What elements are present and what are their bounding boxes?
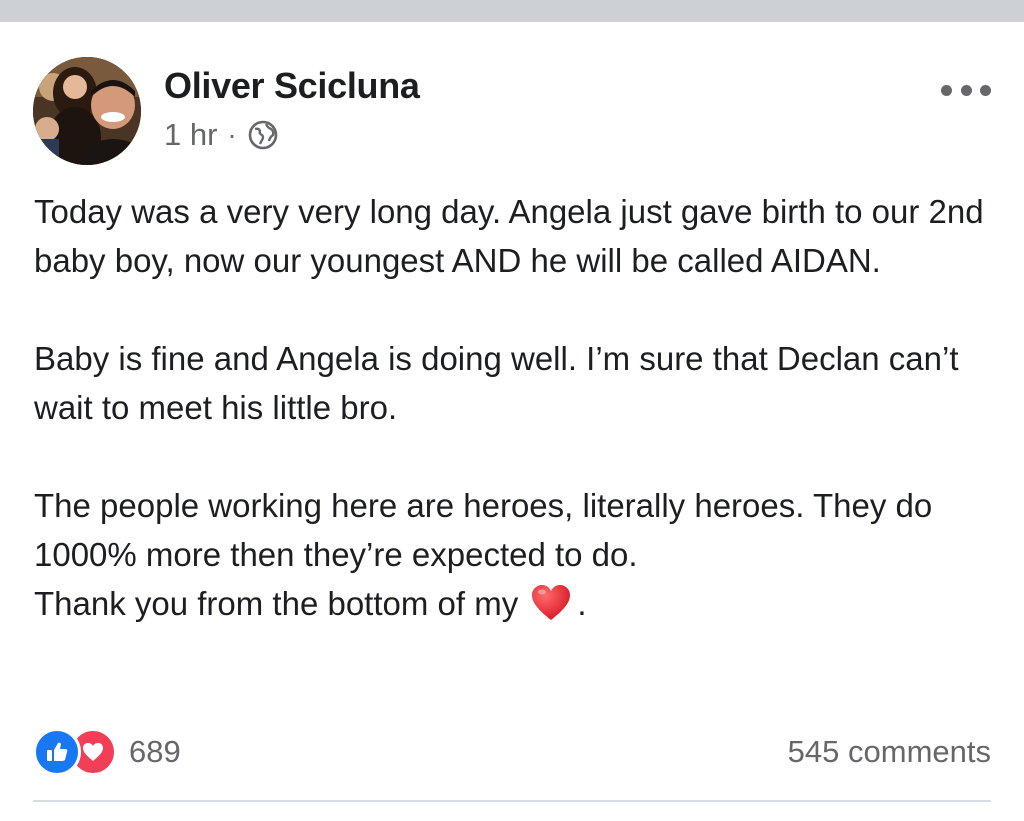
red-heart-emoji [529, 581, 573, 625]
post-meta: 1 hr · [164, 115, 279, 155]
post-line: Thank you from the bottom of my [34, 585, 519, 622]
post-line: The people working here are heroes, lite… [34, 487, 933, 573]
more-dot [941, 84, 952, 96]
comments-count-link[interactable]: 545 comments [788, 727, 991, 777]
footer-divider [33, 800, 991, 802]
post-footer: 689 545 comments [33, 727, 991, 787]
globe-icon[interactable] [247, 119, 279, 151]
post-time[interactable]: 1 hr [164, 117, 217, 153]
author-name[interactable]: Oliver Scicluna [164, 65, 420, 107]
author-avatar[interactable] [33, 57, 141, 165]
post-paragraph: Baby is fine and Angela is doing well. I… [34, 340, 959, 426]
post-body: Today was a very very long day. Angela j… [34, 187, 1004, 628]
post-line-end: . [577, 585, 587, 622]
reactions-summary[interactable]: 689 [33, 727, 181, 777]
post-paragraph: The people working here are heroes, lite… [34, 481, 1004, 628]
more-dot [960, 84, 972, 96]
post-card: Oliver Scicluna 1 hr · Today was a very … [0, 22, 1024, 821]
more-dot [980, 84, 991, 96]
like-icon [33, 728, 81, 776]
meta-separator: · [227, 119, 237, 150]
post-header: Oliver Scicluna 1 hr · [33, 57, 991, 167]
post-paragraph: Today was a very very long day. Angela j… [34, 193, 984, 279]
reaction-count: 689 [129, 734, 181, 769]
avatar-photo [33, 57, 141, 165]
more-options-icon[interactable] [941, 77, 991, 103]
top-strip [0, 0, 1024, 22]
